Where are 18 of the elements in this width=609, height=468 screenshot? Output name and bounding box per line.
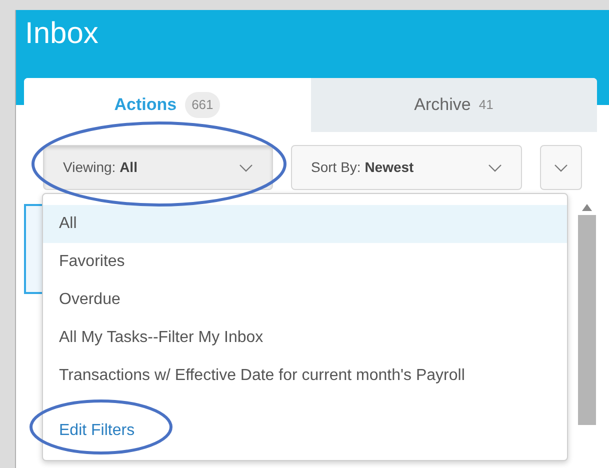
- menu-item[interactable]: Favorites: [43, 243, 567, 281]
- chevron-down-icon: [554, 164, 568, 172]
- count-badge: 661: [184, 92, 220, 118]
- tab[interactable]: Archive 41: [310, 78, 597, 132]
- menu-item[interactable]: Transactions w/ Effective Date for current month's Payroll: [43, 357, 567, 395]
- chevron-down-icon: [488, 164, 502, 172]
- scroll-up-icon[interactable]: [582, 204, 592, 211]
- chevron-down-icon: [239, 164, 253, 172]
- menu-item[interactable]: Overdue: [43, 281, 567, 319]
- edit-filters-link[interactable]: Edit Filters: [59, 422, 135, 439]
- scrollbar-thumb[interactable]: [578, 215, 596, 425]
- count-label: 41: [478, 96, 494, 114]
- menu-item[interactable]: All My Tasks--Filter My Inbox: [43, 319, 567, 357]
- window-title: Inbox: [25, 16, 98, 52]
- viewing-dropdown[interactable]: Viewing: All: [43, 145, 273, 190]
- sort-dropdown[interactable]: Sort By: Newest: [291, 145, 522, 190]
- menu-item[interactable]: All: [43, 205, 567, 243]
- expand-button[interactable]: [540, 145, 582, 190]
